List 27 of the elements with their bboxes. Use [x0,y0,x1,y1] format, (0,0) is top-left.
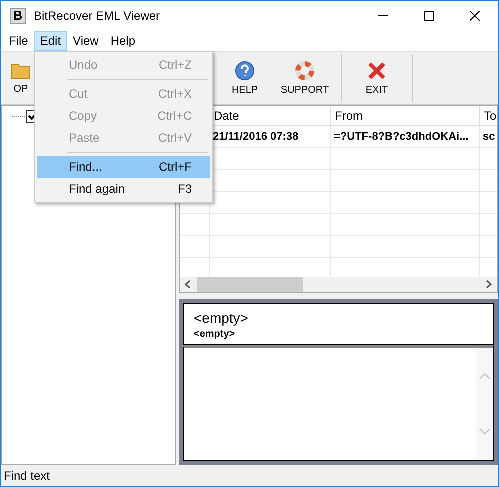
column-header[interactable]: From [331,106,480,126]
toolbar-button[interactable]: SUPPORT [269,52,341,104]
lifebuoy-icon [295,60,315,80]
close-icon[interactable] [470,10,480,20]
menu-item[interactable]: Help [104,30,142,50]
maximize-icon[interactable] [424,10,434,20]
menu-option[interactable]: Find... Ctrl+F [37,156,210,178]
sender-text: <empty> [194,329,236,340]
menu-item[interactable]: View [67,30,105,50]
table-cell-text: 21/11/2016 07:38 [212,130,300,145]
table-cell-text: sc [482,130,496,145]
toolbar-button[interactable]: HELP [221,52,269,104]
status-text: Find text [3,468,52,484]
window-title: BitRecover EML Viewer [34,8,162,22]
table-cell-text: =?UTF-8?B?c3dhdOKAi... [333,130,470,145]
menu-item[interactable]: Edit [34,30,68,50]
column-header[interactable]: To [480,106,497,126]
close-icon [367,60,387,80]
folder-icon [11,62,31,80]
subject-text: <empty> [194,310,250,326]
menu-option[interactable]: Find again F3 [37,178,210,200]
scrollbar-thumb[interactable] [197,277,303,292]
toolbar-button[interactable]: EXIT [342,52,412,104]
tree-line [12,116,26,118]
menu-item[interactable]: File [3,30,34,50]
app-logo: B [10,8,26,24]
help-icon [235,60,255,80]
